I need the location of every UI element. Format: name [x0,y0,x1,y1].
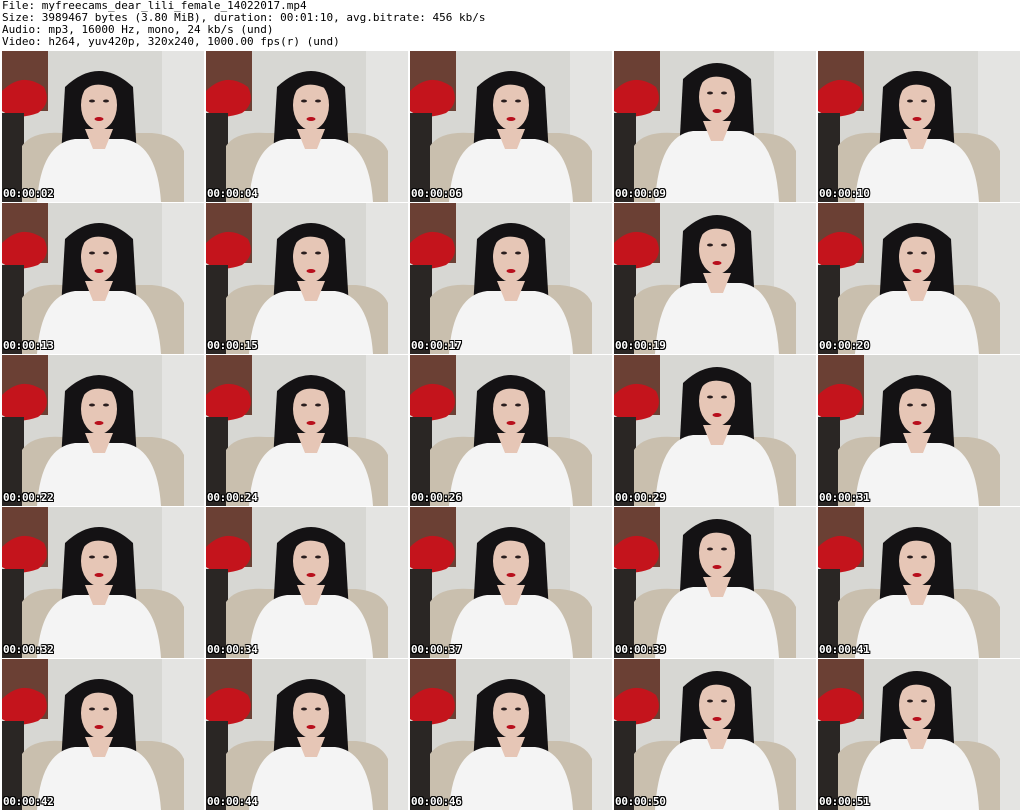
frame-image [410,203,612,354]
thumbnail-timestamp: 00:00:20 [819,339,870,352]
frame-image [2,203,204,354]
frame-image [410,507,612,658]
video-line: Video: h264, yuv420p, 320x240, 1000.00 f… [2,35,340,48]
video-thumbnail: 00:00:04 [206,51,408,202]
video-thumbnail: 00:00:19 [614,203,816,354]
thumbnail-timestamp: 00:00:13 [3,339,54,352]
thumbnail-timestamp: 00:00:31 [819,491,870,504]
thumbnail-timestamp: 00:00:34 [207,643,258,656]
video-thumbnail: 00:00:13 [2,203,204,354]
frame-image [2,659,204,810]
thumbnail-timestamp: 00:00:41 [819,643,870,656]
thumbnail-timestamp: 00:00:02 [3,187,54,200]
frame-image [410,355,612,506]
video-thumbnail: 00:00:20 [818,203,1020,354]
thumbnail-timestamp: 00:00:32 [3,643,54,656]
video-thumbnail: 00:00:31 [818,355,1020,506]
thumbnail-timestamp: 00:00:26 [411,491,462,504]
video-thumbnail: 00:00:15 [206,203,408,354]
frame-image [818,51,1020,202]
frame-image [206,51,408,202]
thumbnail-timestamp: 00:00:44 [207,795,258,808]
frame-image [818,659,1020,810]
thumbnail-timestamp: 00:00:22 [3,491,54,504]
thumbnail-timestamp: 00:00:09 [615,187,666,200]
video-thumbnail: 00:00:41 [818,507,1020,658]
thumbnail-timestamp: 00:00:24 [207,491,258,504]
video-thumbnail: 00:00:37 [410,507,612,658]
frame-image [2,51,204,202]
thumbnail-timestamp: 00:00:46 [411,795,462,808]
frame-image [818,507,1020,658]
video-thumbnail: 00:00:50 [614,659,816,810]
video-thumbnail: 00:00:24 [206,355,408,506]
video-thumbnail: 00:00:44 [206,659,408,810]
video-thumbnail: 00:00:39 [614,507,816,658]
frame-image [614,203,816,354]
thumbnail-timestamp: 00:00:51 [819,795,870,808]
frame-image [614,507,816,658]
frame-image [410,51,612,202]
thumbnail-timestamp: 00:00:37 [411,643,462,656]
video-thumbnail: 00:00:34 [206,507,408,658]
video-thumbnail: 00:00:10 [818,51,1020,202]
thumbnail-timestamp: 00:00:17 [411,339,462,352]
thumbnail-timestamp: 00:00:06 [411,187,462,200]
frame-image [614,51,816,202]
frame-image [818,203,1020,354]
video-thumbnail: 00:00:17 [410,203,612,354]
thumbnail-timestamp: 00:00:10 [819,187,870,200]
video-thumbnail: 00:00:51 [818,659,1020,810]
frame-image [410,659,612,810]
frame-image [818,355,1020,506]
thumbnail-timestamp: 00:00:15 [207,339,258,352]
thumbnail-grid: 00:00:02 00:00:04 00:00:06 00:00:09 00:00:10… [2,51,1024,811]
thumbnail-timestamp: 00:00:04 [207,187,258,200]
video-info-header: File: myfreecams_dear_lili_female_140220… [2,0,1022,50]
frame-image [2,355,204,506]
video-thumbnail: 00:00:26 [410,355,612,506]
thumbnail-timestamp: 00:00:50 [615,795,666,808]
video-thumbnail: 00:00:06 [410,51,612,202]
frame-image [206,203,408,354]
video-thumbnail: 00:00:32 [2,507,204,658]
thumbnail-timestamp: 00:00:42 [3,795,54,808]
frame-image [2,507,204,658]
frame-image [206,355,408,506]
thumbnail-timestamp: 00:00:29 [615,491,666,504]
thumbnail-timestamp: 00:00:19 [615,339,666,352]
video-thumbnail: 00:00:46 [410,659,612,810]
thumbnail-timestamp: 00:00:39 [615,643,666,656]
frame-image [614,659,816,810]
video-thumbnail: 00:00:09 [614,51,816,202]
video-thumbnail: 00:00:29 [614,355,816,506]
frame-image [206,507,408,658]
frame-image [614,355,816,506]
video-thumbnail: 00:00:02 [2,51,204,202]
frame-image [206,659,408,810]
video-thumbnail: 00:00:42 [2,659,204,810]
video-thumbnail: 00:00:22 [2,355,204,506]
